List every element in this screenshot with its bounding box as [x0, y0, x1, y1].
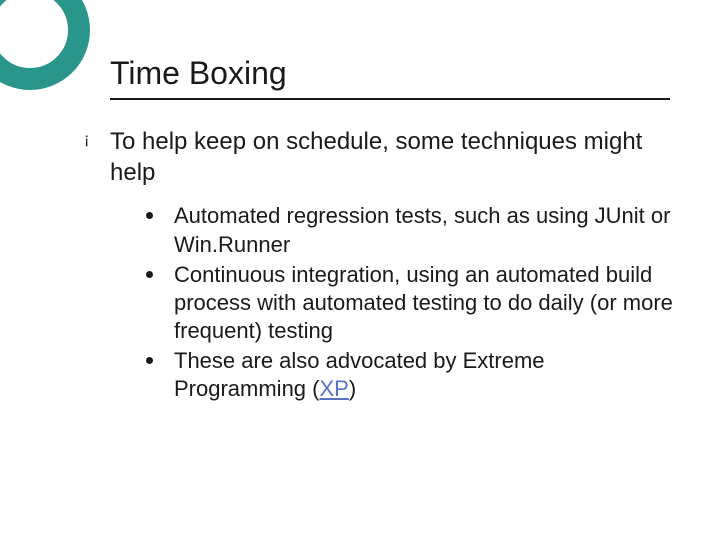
slide-title: Time Boxing — [110, 55, 680, 92]
list-item: These are also advocated by Extreme Prog… — [146, 347, 680, 403]
after-link-text: ) — [349, 376, 356, 401]
slide-body: ¡ To help keep on schedule, some techniq… — [110, 126, 680, 403]
hollow-bullet-icon: ¡ — [84, 132, 89, 148]
dot-bullet-icon — [146, 271, 153, 278]
xp-link[interactable]: XP — [319, 376, 348, 401]
sub-list: Automated regression tests, such as usin… — [146, 202, 680, 403]
dot-bullet-icon — [146, 212, 153, 219]
main-point-text: To help keep on schedule, some technique… — [110, 126, 680, 188]
sub-point-text: Automated regression tests, such as usin… — [174, 203, 670, 256]
dot-bullet-icon — [146, 357, 153, 364]
list-item: Automated regression tests, such as usin… — [146, 202, 680, 258]
main-point: ¡ To help keep on schedule, some techniq… — [110, 126, 680, 188]
title-underline — [110, 98, 670, 100]
list-item: Continuous integration, using an automat… — [146, 261, 680, 345]
decorative-ring-icon — [0, 0, 90, 90]
sub-point-text: These are also advocated by Extreme Prog… — [174, 348, 545, 401]
slide-content: Time Boxing ¡ To help keep on schedule, … — [110, 55, 680, 405]
sub-point-text: Continuous integration, using an automat… — [174, 262, 673, 343]
